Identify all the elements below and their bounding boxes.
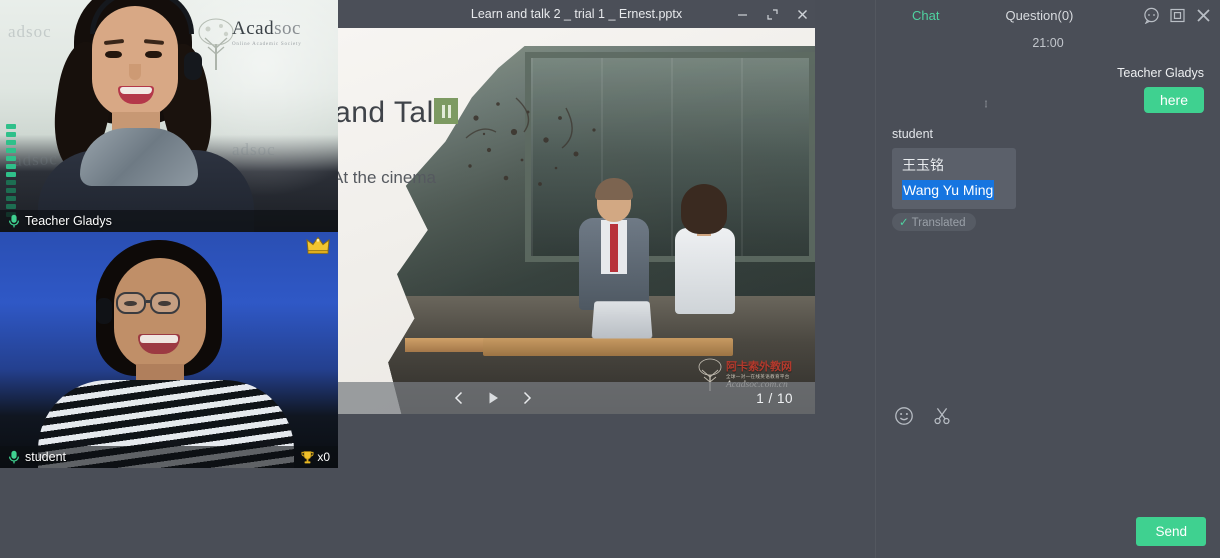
message-bubble-outgoing[interactable]: here — [1144, 87, 1204, 113]
message-text-english-selected[interactable]: Wang Yu Ming — [902, 180, 994, 200]
message-student: student 王玉铭 Wang Yu Ming ✓Translated — [892, 127, 1204, 231]
scissors-icon[interactable] — [932, 406, 952, 426]
window-controls — [735, 0, 809, 28]
photo-laptop — [591, 301, 652, 338]
message-sender-name: student — [892, 127, 1204, 141]
message-text-chinese: 王玉铭 — [902, 155, 1006, 175]
logo-brand-suffix: soc — [274, 18, 301, 39]
student-name-label: student — [25, 450, 66, 464]
pause-icon[interactable] — [434, 98, 458, 124]
video-tile-student[interactable]: student x0 — [0, 232, 338, 468]
message-bubble-incoming[interactable]: 王玉铭 Wang Yu Ming — [892, 148, 1016, 209]
chat-message-list[interactable]: 21:00 Teacher Gladys here student 王玉铭 Wa… — [876, 36, 1220, 402]
chat-bubble-icon[interactable] — [1143, 7, 1160, 24]
teacher-label-bar: Teacher Gladys — [0, 210, 338, 232]
restore-window-icon[interactable] — [1169, 7, 1186, 24]
chat-panel: Chat Question(0) — [876, 0, 1220, 558]
chat-input-area: Send — [876, 436, 1220, 558]
student-label-bar: student x0 — [0, 446, 338, 468]
presentation-title: Learn and talk 2 _ trial 1 _ Ernest.pptx — [471, 7, 682, 21]
chat-input[interactable] — [876, 436, 1220, 516]
video-column: Acadsoc Online Academic Society adsoc ad… — [0, 0, 338, 468]
check-icon: ✓ — [899, 217, 909, 229]
play-icon[interactable] — [484, 389, 502, 407]
translated-badge-label: Translated — [912, 217, 966, 229]
close-icon[interactable] — [1195, 7, 1212, 24]
presentation-window: Learn and talk 2 _ trial 1 _ Ernest.pptx — [338, 0, 815, 414]
microphone-icon[interactable] — [8, 214, 20, 228]
minimize-button[interactable] — [735, 7, 749, 21]
chevron-right-icon[interactable] — [518, 389, 536, 407]
tab-chat[interactable]: Chat — [912, 8, 939, 23]
trophy-counter: x0 — [300, 450, 330, 465]
slide-control-bar: 1 / 10 — [338, 382, 815, 414]
chat-header: Chat Question(0) — [876, 0, 1220, 34]
send-button[interactable]: Send — [1136, 517, 1206, 546]
message-teacher: Teacher Gladys here — [892, 66, 1204, 113]
photo-person-woman — [663, 190, 747, 340]
teacher-name-label: Teacher Gladys — [25, 214, 112, 228]
presentation-title-bar[interactable]: Learn and talk 2 _ trial 1 _ Ernest.pptx — [338, 0, 815, 28]
slide-canvas[interactable]: Learn and Talk At the cinema 阿卡索外教网 全球一对… — [338, 28, 815, 414]
virtual-classroom-app: Acadsoc Online Academic Society adsoc ad… — [0, 0, 1220, 558]
message-sender-name: Teacher Gladys — [892, 66, 1204, 80]
close-button[interactable] — [795, 7, 809, 21]
student-person-figure — [52, 238, 282, 468]
paint-splatter-decoration — [456, 88, 636, 208]
microphone-icon[interactable] — [8, 450, 20, 464]
slide-heading: Learn and Talk — [338, 96, 449, 130]
trophy-icon — [300, 450, 315, 465]
teacher-person-figure — [34, 0, 258, 232]
chat-toolbar — [876, 396, 1220, 436]
chat-timestamp: 21:00 — [892, 36, 1204, 50]
watermark-chinese-text: 阿卡索外教网 — [726, 358, 792, 374]
trophy-count-label: x0 — [317, 450, 330, 464]
slide-subtitle: At the cinema — [338, 168, 436, 188]
audio-level-meter — [6, 124, 16, 220]
crown-icon — [306, 236, 330, 254]
translated-badge: ✓Translated — [892, 213, 976, 231]
chat-header-icons — [1143, 7, 1212, 24]
emoji-icon[interactable] — [894, 406, 914, 426]
video-tile-teacher[interactable]: Acadsoc Online Academic Society adsoc ad… — [0, 0, 338, 232]
page-indicator: 1 / 10 — [756, 391, 793, 406]
restore-button[interactable] — [765, 7, 779, 21]
chevron-left-icon[interactable] — [450, 389, 468, 407]
text-cursor-icon — [985, 94, 987, 114]
tab-question[interactable]: Question(0) — [1005, 8, 1073, 23]
